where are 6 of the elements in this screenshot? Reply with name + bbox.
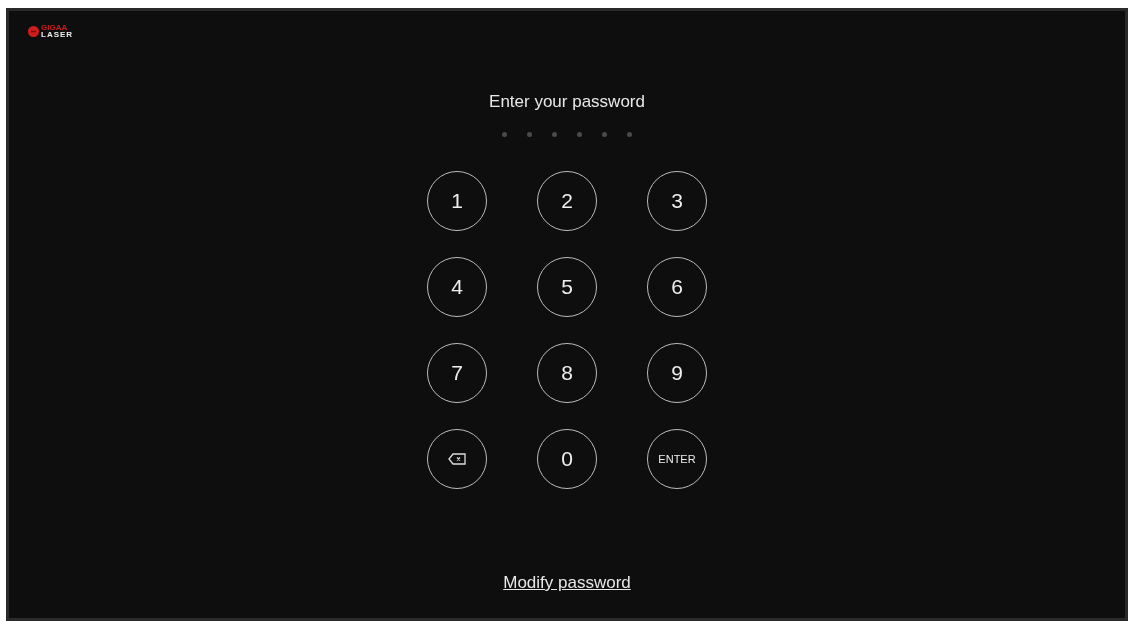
backspace-icon <box>448 453 466 465</box>
logo-icon <box>28 25 39 37</box>
logo-text: LASER <box>41 31 74 38</box>
modify-password-link[interactable]: Modify password <box>503 573 631 593</box>
prompt-title: Enter your password <box>489 92 645 112</box>
logo-text: GIGAA <box>41 24 69 31</box>
